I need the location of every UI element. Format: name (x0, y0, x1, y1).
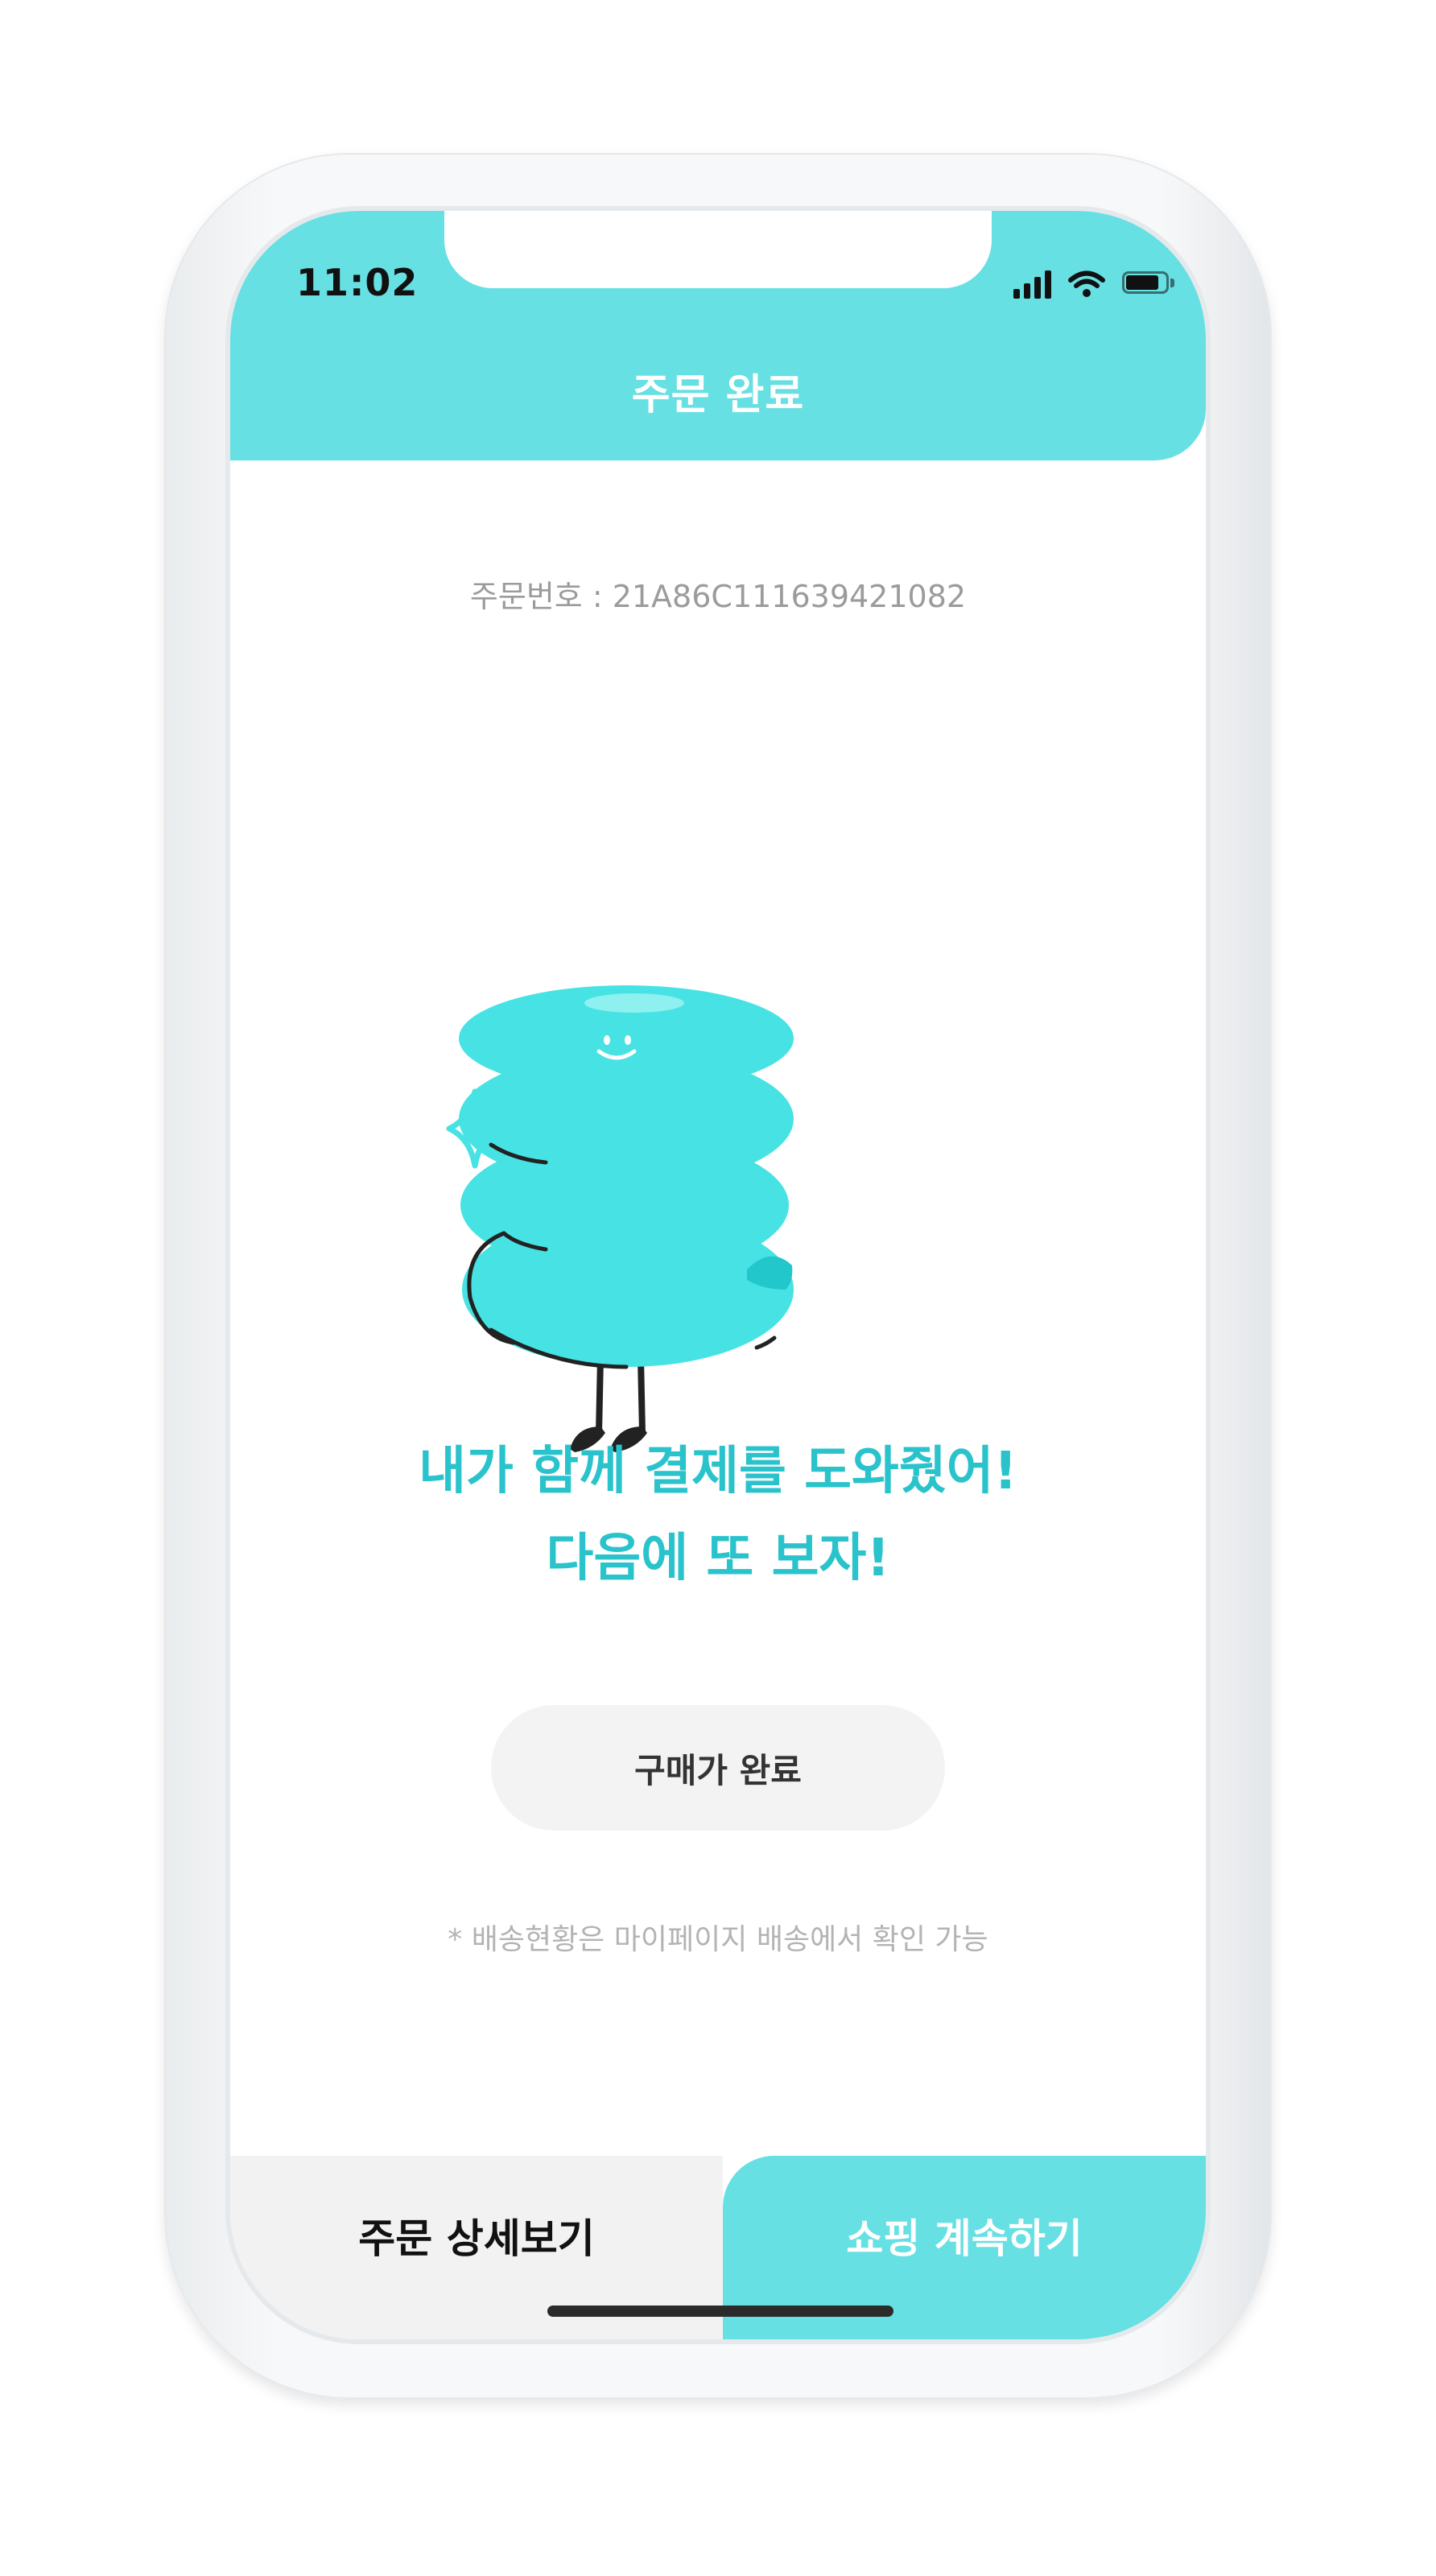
mascot-illustration (446, 985, 794, 1452)
app-header: 11:02 주문 완료 (230, 211, 1206, 460)
page-title: 주문 완료 (631, 371, 805, 419)
completion-message: 내가 함께 결제를 도와줬어! 다음에 또 보자! (230, 1428, 1206, 1602)
order-number: 주문번호 : 21A86C111639421082 (469, 579, 967, 614)
device-notch (444, 211, 992, 288)
stage: 11:02 주문 완료 주문번호: 21A86C111639421082 내가… (0, 0, 1436, 2576)
status-icons (1013, 264, 1175, 304)
purchase-complete-button[interactable]: 구매가 완료 (491, 1705, 945, 1831)
signal-icon (1013, 270, 1051, 299)
delivery-footnote: * 배송현황은 마이페이지 배송에서 확인 가능 (448, 1923, 988, 1956)
message-line-1: 내가 함께 결제를 도와줬어! (419, 1442, 1017, 1501)
phone-screen: 11:02 주문 완료 주문번호: 21A86C111639421082 내가… (230, 211, 1206, 2339)
phone-frame: 11:02 주문 완료 주문번호: 21A86C111639421082 내가… (164, 153, 1272, 2399)
message-line-2: 다음에 또 보자! (546, 1529, 890, 1588)
battery-icon (1122, 271, 1175, 297)
status-time: 11:02 (296, 261, 419, 304)
home-indicator[interactable] (547, 2306, 893, 2317)
wifi-icon (1068, 270, 1105, 297)
